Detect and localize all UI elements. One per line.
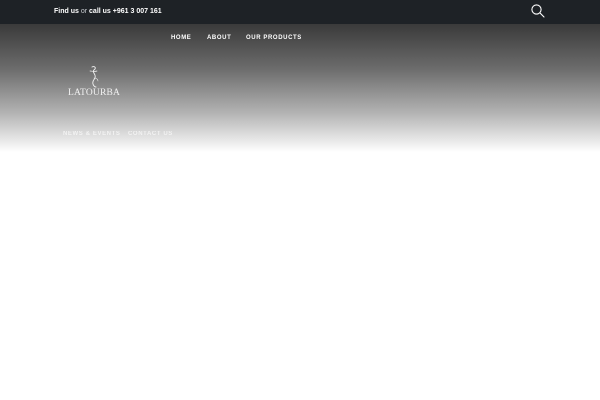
nav-our-products[interactable]: OUR PRODUCTS [246,34,302,42]
top-bar: Find us or call us +961 3 007 161 [0,0,600,24]
logo-wordmark: LATOURBA [68,88,121,98]
contact-info: Find us or call us +961 3 007 161 [54,7,162,17]
nav-news-events[interactable]: NEWS & EVENTS [63,130,120,138]
nav-contact-us[interactable]: CONTACT US [128,130,173,138]
site-logo[interactable]: LATOURBA [64,66,124,100]
logo-figure-icon [89,66,99,88]
contact-separator: or [80,8,88,15]
search-icon [531,4,545,18]
call-us-phone[interactable]: call us +961 3 007 161 [89,8,162,15]
nav-about[interactable]: ABOUT [207,34,231,42]
search-button[interactable] [530,3,546,19]
find-us-link[interactable]: Find us [54,8,79,15]
page: Find us or call us +961 3 007 161 HOME A… [0,0,600,400]
nav-home[interactable]: HOME [171,34,191,42]
